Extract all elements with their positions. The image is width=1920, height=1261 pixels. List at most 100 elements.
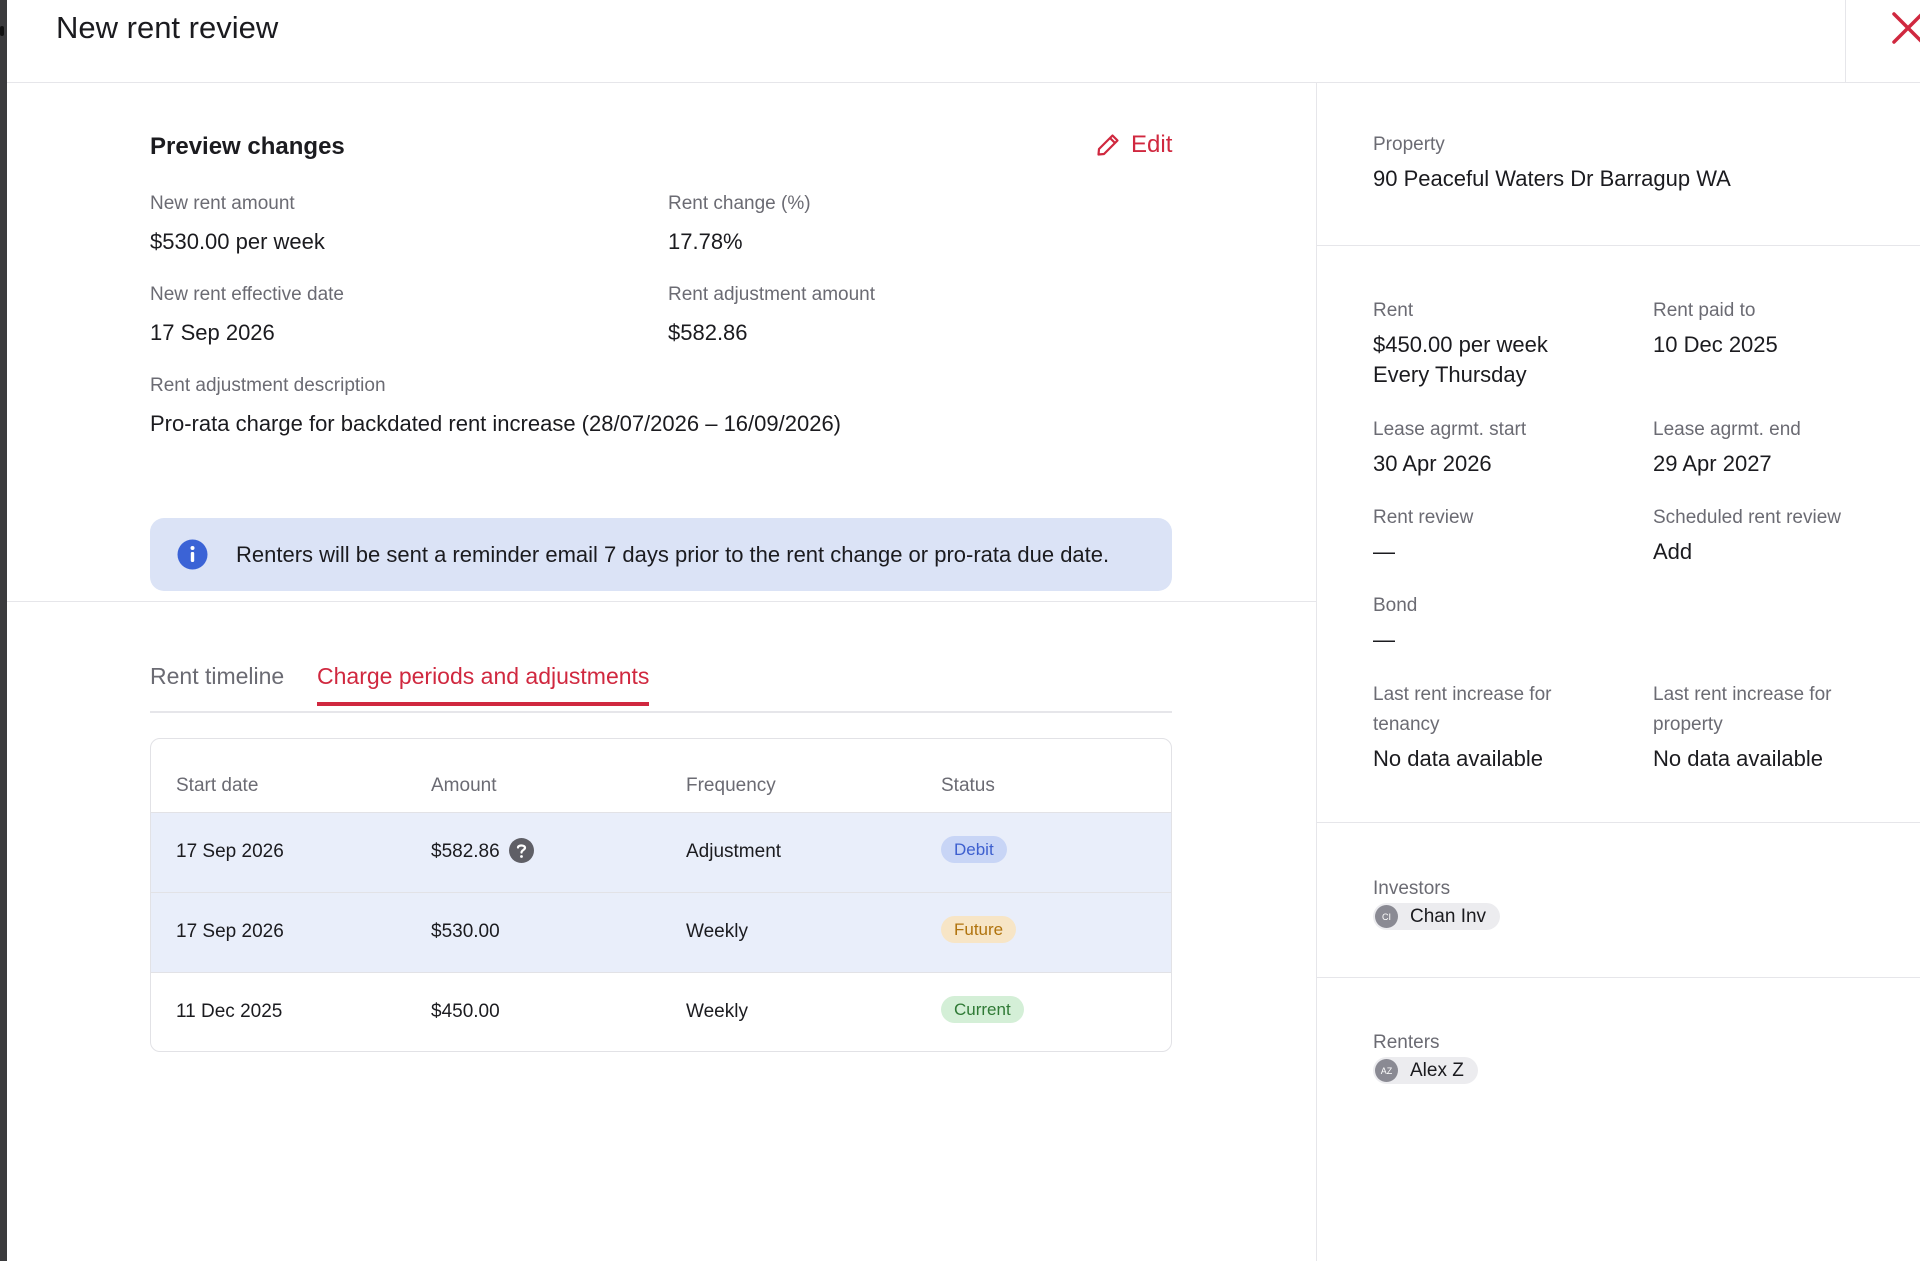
window-edge — [0, 0, 7, 1261]
investors-field: Investors — [1373, 874, 1450, 904]
column-header-start-date: Start date — [176, 775, 259, 796]
field-value: 90 Peaceful Waters Dr Barragup WA — [1373, 166, 1731, 191]
rent-paid-to-field: Rent paid to 10 Dec 2025 — [1653, 296, 1778, 360]
section-divider — [1317, 822, 1920, 823]
section-divider — [1317, 245, 1920, 246]
scheduled-review-field: Scheduled rent review Add — [1653, 503, 1841, 567]
last-increase-tenancy-field: Last rent increase for tenancy No data a… — [1373, 680, 1551, 774]
table-row: 17 Sep 2026 $582.86 Adjustment Debit — [151, 812, 1171, 892]
frequency-cell: Weekly — [686, 1001, 748, 1022]
reminder-info-banner: Renters will be sent a reminder email 7 … — [150, 518, 1172, 591]
rent-review-panel: New rent review Preview changes Edit New… — [7, 0, 1920, 1261]
column-header-amount: Amount — [431, 775, 497, 796]
column-header-status: Status — [941, 775, 995, 796]
field-value: 10 Dec 2025 — [1653, 332, 1778, 357]
info-text: Renters will be sent a reminder email 7 … — [236, 541, 1110, 567]
adjustment-amount-field: Rent adjustment amount $582.86 — [668, 284, 875, 346]
field-label: Last rent increase for — [1653, 684, 1832, 705]
field-label: Rent paid to — [1653, 300, 1756, 321]
help-icon[interactable] — [509, 838, 534, 863]
page-title: New rent review — [56, 10, 279, 45]
field-label: Lease agrmt. end — [1653, 419, 1801, 440]
amount-cell: $582.86 — [431, 841, 500, 862]
edit-button[interactable]: Edit — [1095, 131, 1172, 159]
avatar: CI — [1375, 905, 1398, 928]
avatar: AZ — [1375, 1059, 1398, 1082]
start-date-cell: 11 Dec 2025 — [176, 1001, 283, 1022]
close-area — [1845, 0, 1920, 83]
renter-name: Alex Z — [1410, 1059, 1464, 1081]
new-rent-amount-field: New rent amount $530.00 per week — [150, 193, 325, 255]
add-scheduled-review-link[interactable]: Add — [1653, 537, 1841, 567]
field-value: Every Thursday — [1373, 362, 1527, 387]
property-field: Property 90 Peaceful Waters Dr Barragup … — [1373, 130, 1731, 194]
adjustment-description-field: Rent adjustment description Pro-rata cha… — [150, 375, 841, 437]
panel-header: New rent review — [7, 0, 1920, 83]
field-value: $582.86 — [668, 320, 748, 345]
section-title: Preview changes — [150, 133, 345, 160]
field-label: Renters — [1373, 1032, 1440, 1053]
field-value: Pro-rata charge for backdated rent incre… — [150, 411, 842, 436]
status-badge: Debit — [941, 836, 1007, 863]
field-value: 17 Sep 2026 — [150, 320, 275, 345]
frequency-cell: Adjustment — [686, 841, 782, 862]
edit-label: Edit — [1131, 131, 1173, 158]
frequency-cell: Weekly — [686, 921, 748, 942]
tab-rent-timeline[interactable]: Rent timeline — [150, 663, 284, 702]
field-label: Property — [1373, 134, 1445, 155]
close-icon[interactable] — [1890, 10, 1920, 46]
field-label: tenancy — [1373, 714, 1440, 735]
info-icon — [177, 539, 208, 570]
field-label: Investors — [1373, 878, 1451, 899]
investor-name: Chan Inv — [1410, 905, 1487, 927]
start-date-cell: 17 Sep 2026 — [176, 841, 284, 862]
renters-field: Renters — [1373, 1028, 1440, 1058]
section-divider — [7, 601, 1317, 602]
amount-cell: $450.00 — [431, 1001, 500, 1022]
renter-chip[interactable]: AZ Alex Z — [1373, 1057, 1478, 1084]
status-badge: Current — [941, 996, 1024, 1023]
rent-review-field: Rent review — — [1373, 503, 1473, 567]
lease-start-field: Lease agrmt. start 30 Apr 2026 — [1373, 415, 1526, 479]
column-header-frequency: Frequency — [686, 775, 776, 796]
field-label: Rent — [1373, 300, 1414, 321]
tab-charge-periods[interactable]: Charge periods and adjustments — [317, 663, 650, 706]
charge-periods-table: Start date Amount Frequency Status 17 Se… — [150, 738, 1172, 1052]
field-label: Rent change (%) — [668, 193, 811, 214]
section-divider — [1317, 977, 1920, 978]
field-value: — — [1373, 539, 1395, 564]
tab-bar: Rent timeline Charge periods and adjustm… — [150, 663, 1172, 713]
last-increase-property-field: Last rent increase for property No data … — [1653, 680, 1831, 774]
main-content: Preview changes Edit New rent amount $53… — [7, 83, 1317, 1261]
field-value: 30 Apr 2026 — [1373, 451, 1492, 476]
rent-change-field: Rent change (%) 17.78% — [668, 193, 811, 255]
bond-field: Bond — — [1373, 591, 1417, 655]
field-value: $450.00 per week — [1373, 332, 1548, 357]
investor-chip[interactable]: CI Chan Inv — [1373, 903, 1501, 930]
field-label: Scheduled rent review — [1653, 507, 1841, 528]
field-label: New rent amount — [150, 193, 295, 214]
field-value: 17.78% — [668, 229, 743, 254]
field-value: — — [1373, 627, 1395, 652]
field-label: Lease agrmt. start — [1373, 419, 1527, 440]
field-label: Bond — [1373, 595, 1418, 616]
field-value: 29 Apr 2027 — [1653, 451, 1772, 476]
lease-end-field: Lease agrmt. end 29 Apr 2027 — [1653, 415, 1801, 479]
tenancy-summary-sidebar: Property 90 Peaceful Waters Dr Barragup … — [1317, 83, 1920, 1261]
effective-date-field: New rent effective date 17 Sep 2026 — [150, 284, 344, 346]
field-label: Last rent increase for — [1373, 684, 1552, 705]
field-value: No data available — [1653, 746, 1824, 771]
table-row: 11 Dec 2025 $450.00 Weekly Current — [151, 972, 1171, 1051]
table-row: 17 Sep 2026 $530.00 Weekly Future — [151, 892, 1171, 972]
field-value: $530.00 per week — [150, 229, 325, 254]
amount-cell: $530.00 — [431, 921, 500, 942]
field-label: property — [1653, 714, 1723, 735]
field-label: New rent effective date — [150, 284, 344, 305]
field-label: Rent review — [1373, 507, 1474, 528]
rent-field: Rent $450.00 per week Every Thursday — [1373, 296, 1548, 390]
field-label: Rent adjustment description — [150, 375, 386, 396]
field-value: No data available — [1373, 746, 1544, 771]
start-date-cell: 17 Sep 2026 — [176, 921, 284, 942]
field-label: Rent adjustment amount — [668, 284, 876, 305]
table-header: Start date Amount Frequency Status — [151, 739, 1171, 812]
